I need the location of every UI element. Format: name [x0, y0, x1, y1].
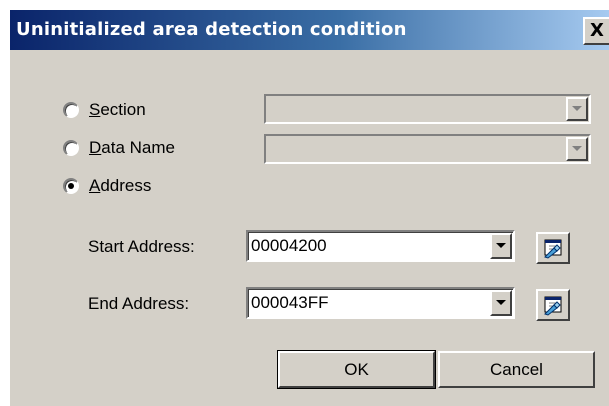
browse-symbol-icon	[544, 239, 562, 259]
radio-dot	[68, 183, 74, 189]
end-address-label: End Address:	[88, 294, 190, 313]
section-dropdown-button	[566, 97, 588, 121]
radio-section-label: Section	[89, 100, 146, 119]
window-title: Uninitialized area detection condition	[16, 19, 407, 40]
close-icon: X	[590, 20, 604, 41]
radio-address-label: Address	[89, 176, 152, 195]
start-address-label: Start Address:	[88, 237, 195, 256]
chevron-down-icon	[572, 106, 582, 111]
chevron-down-icon	[496, 243, 506, 248]
start-address-combo[interactable]: 00004200	[246, 230, 515, 262]
radio-data-name[interactable]: Data Name	[63, 135, 175, 161]
data-name-combo	[264, 134, 591, 164]
detection-condition-dialog: Uninitialized area detection condition X…	[10, 10, 609, 406]
browse-symbol-icon	[544, 296, 562, 316]
chevron-down-icon	[572, 146, 582, 151]
section-combo	[264, 94, 591, 124]
radio-unchecked-icon[interactable]	[63, 140, 79, 156]
radio-checked-icon[interactable]	[63, 178, 79, 194]
close-button[interactable]: X	[583, 17, 609, 45]
chevron-down-icon	[496, 300, 506, 305]
cancel-button[interactable]: Cancel	[438, 351, 595, 388]
end-address-browse-button[interactable]	[536, 289, 570, 321]
radio-section[interactable]: Section	[63, 97, 146, 123]
radio-unchecked-icon[interactable]	[63, 102, 79, 118]
end-address-value[interactable]: 000043FF	[251, 293, 329, 313]
end-address-combo[interactable]: 000043FF	[246, 287, 515, 319]
radio-address[interactable]: Address	[63, 173, 151, 199]
radio-data-name-label: Data Name	[89, 138, 175, 157]
ok-button[interactable]: OK	[277, 350, 436, 389]
start-address-browse-button[interactable]	[536, 232, 570, 264]
title-bar[interactable]: Uninitialized area detection condition X	[10, 10, 609, 50]
end-address-dropdown-button[interactable]	[490, 290, 512, 316]
data-name-dropdown-button	[566, 137, 588, 161]
start-address-value[interactable]: 00004200	[251, 236, 327, 256]
start-address-dropdown-button[interactable]	[490, 233, 512, 259]
